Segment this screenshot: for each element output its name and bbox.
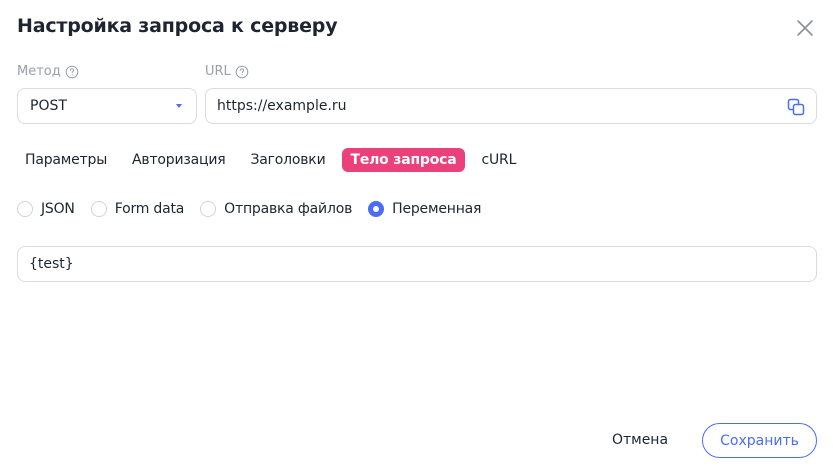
radio-label: Отправка файлов [224,201,353,217]
body-type-radio-group: JSON Form data Отправка файлов Переменна… [17,199,497,219]
radio-button-checked[interactable] [368,201,385,217]
method-select[interactable]: POST [17,88,197,124]
radio-json[interactable]: JSON [17,201,75,217]
request-tabs: Параметры Авторизация Заголовки Тело зап… [17,148,533,172]
help-circle-icon[interactable] [65,65,79,79]
save-button[interactable]: Сохранить [702,423,817,458]
tab-headers[interactable]: Заголовки [242,148,333,172]
radio-label: Form data [114,201,185,217]
request-settings-dialog: Настройка запроса к серверу Метод URL PO… [0,0,833,474]
radio-form-data[interactable]: Form data [90,201,185,217]
tab-curl[interactable]: cURL [474,148,525,172]
radio-button[interactable] [90,201,107,217]
tab-request-body[interactable]: Тело запроса [342,148,465,172]
method-label: Метод [17,64,61,79]
method-label-row: Метод [17,64,79,79]
radio-file-upload[interactable]: Отправка файлов [200,201,352,217]
close-icon[interactable] [794,17,816,39]
radio-variable[interactable]: Переменная [368,201,481,217]
body-value: {test} [29,256,74,272]
url-value: https://example.ru [217,98,347,114]
dialog-title: Настройка запроса к серверу [17,15,338,37]
copy-icon[interactable] [786,97,806,117]
help-circle-icon[interactable] [235,65,249,79]
cancel-button[interactable]: Отмена [600,423,680,457]
radio-button[interactable] [200,201,217,217]
url-label: URL [205,64,231,79]
radio-label: Переменная [392,201,482,217]
caret-down-icon [176,104,182,108]
radio-button[interactable] [17,201,33,217]
tab-parameters[interactable]: Параметры [17,148,115,172]
url-label-row: URL [205,64,249,79]
tab-authorization[interactable]: Авторизация [124,148,233,172]
radio-label: JSON [41,201,75,217]
url-input[interactable]: https://example.ru [205,88,817,124]
method-value: POST [30,98,67,114]
body-variable-input[interactable]: {test} [17,246,817,282]
